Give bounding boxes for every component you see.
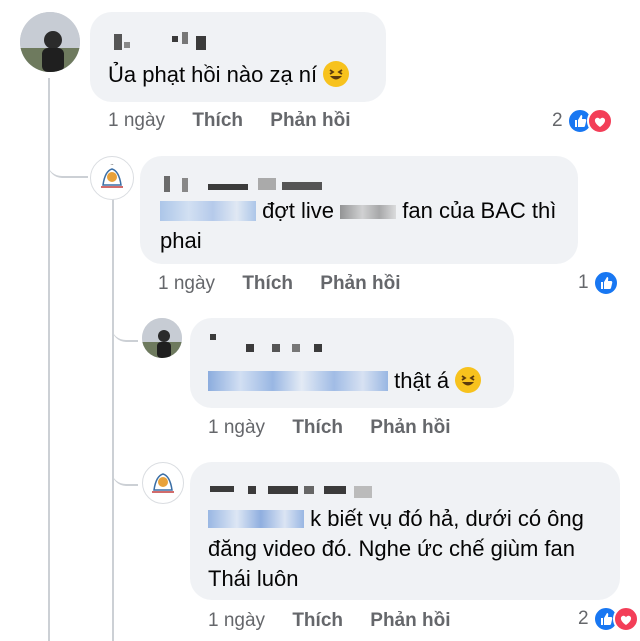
comment-text-line: phai [160,226,202,256]
redacted-text [208,371,388,391]
heart-icon [612,606,639,632]
redaction-block [258,178,276,190]
comment-bubble: k biết vụ đó hả, dưới có ông đăng video … [190,462,620,600]
redacted-text [208,510,304,528]
redaction-block [268,486,298,494]
like-icon [592,270,619,296]
author-name-redacted[interactable] [110,28,220,50]
reaction-count: 2 [578,608,589,629]
comment-time[interactable]: 1 ngày [158,273,215,295]
reply-button[interactable]: Phản hồi [270,110,350,132]
redaction-block [182,32,188,44]
avatar[interactable] [20,12,80,72]
redaction-block [196,36,206,50]
thread-connector [112,318,138,342]
comment-text-content: k biết vụ đó hả, dưới có ông [310,506,584,531]
heart-icon [586,108,613,134]
redaction-block [210,334,216,340]
svg-text:~: ~ [110,162,113,167]
comment-actions: 1 ngày Thích Phản hồi [108,110,351,132]
thread-connector [48,150,88,178]
redaction-block [304,486,314,494]
comment-time[interactable]: 1 ngày [208,610,265,632]
reaction-summary[interactable]: 2 [578,606,639,632]
comment-text-content: phai [160,228,202,253]
comment-actions: 1 ngày Thích Phản hồi [158,273,401,295]
avatar[interactable] [142,462,184,504]
comment-text-content: đợt live [262,198,335,223]
author-name-redacted[interactable] [208,478,378,498]
redaction-block [172,36,178,42]
comment-text-content: Ủa phạt hồi nào zạ ní [108,62,318,87]
comment-text-line: Thái luôn [208,564,299,594]
comment-actions: 1 ngày Thích Phản hồi [208,610,451,632]
redaction-block [182,178,188,192]
comment-text: Ủa phạt hồi nào zạ ní [108,60,350,90]
author-name-redacted[interactable] [208,332,328,352]
comment-bubble: Ủa phạt hồi nào zạ ní [90,12,386,102]
redaction-block [114,34,122,50]
reaction-count: 1 [578,272,589,293]
like-button[interactable]: Thích [242,273,293,295]
like-button[interactable]: Thích [292,417,343,439]
comment-text-content: thật á [394,368,450,393]
comment-time[interactable]: 1 ngày [208,417,265,439]
reaction-count: 2 [552,110,563,131]
comment-text-content: fan của BAC thì [402,198,557,223]
like-button[interactable]: Thích [292,610,343,632]
reply-button[interactable]: Phản hồi [370,417,450,439]
comment-text-line: đăng video đó. Nghe ức chế giùm fan [208,534,575,564]
redacted-text [160,201,256,221]
comment-actions: 1 ngày Thích Phản hồi [208,417,451,439]
author-name-redacted[interactable] [160,172,340,192]
reaction-summary[interactable]: 2 [552,108,613,134]
comment-text: thật á [208,366,482,396]
comment-text-content: Thái luôn [208,566,299,591]
redaction-block [246,344,254,352]
redaction-block [292,344,300,352]
redaction-block [314,344,322,352]
avatar[interactable] [142,318,182,358]
comment-bubble: thật á [190,318,514,408]
comment-bubble: đợt live fan của BAC thì phai [140,156,578,264]
like-button[interactable]: Thích [192,110,243,132]
thread-connector [112,462,138,486]
redaction-block [208,184,248,190]
reply-button[interactable]: Phản hồi [370,610,450,632]
redacted-text [340,205,397,219]
redaction-block [282,182,322,190]
thread-line-sub [112,198,114,641]
redaction-block [324,486,346,494]
comment-text-content: đăng video đó. Nghe ức chế giùm fan [208,536,575,561]
grinning-squint-emoji-icon [455,367,482,393]
redaction-block [164,176,170,192]
redaction-block [272,344,280,352]
reply-button[interactable]: Phản hồi [320,273,400,295]
grinning-squint-emoji-icon [323,61,350,87]
redaction-block [124,42,130,48]
comment-time[interactable]: 1 ngày [108,110,165,132]
comment-text: k biết vụ đó hả, dưới có ông [208,504,584,534]
comment-text: đợt live fan của BAC thì [160,196,556,226]
redaction-block [210,486,234,492]
avatar[interactable]: ~ [90,156,134,200]
redaction-block [354,486,372,498]
reaction-summary[interactable]: 1 [578,270,619,296]
redaction-block [248,486,256,494]
